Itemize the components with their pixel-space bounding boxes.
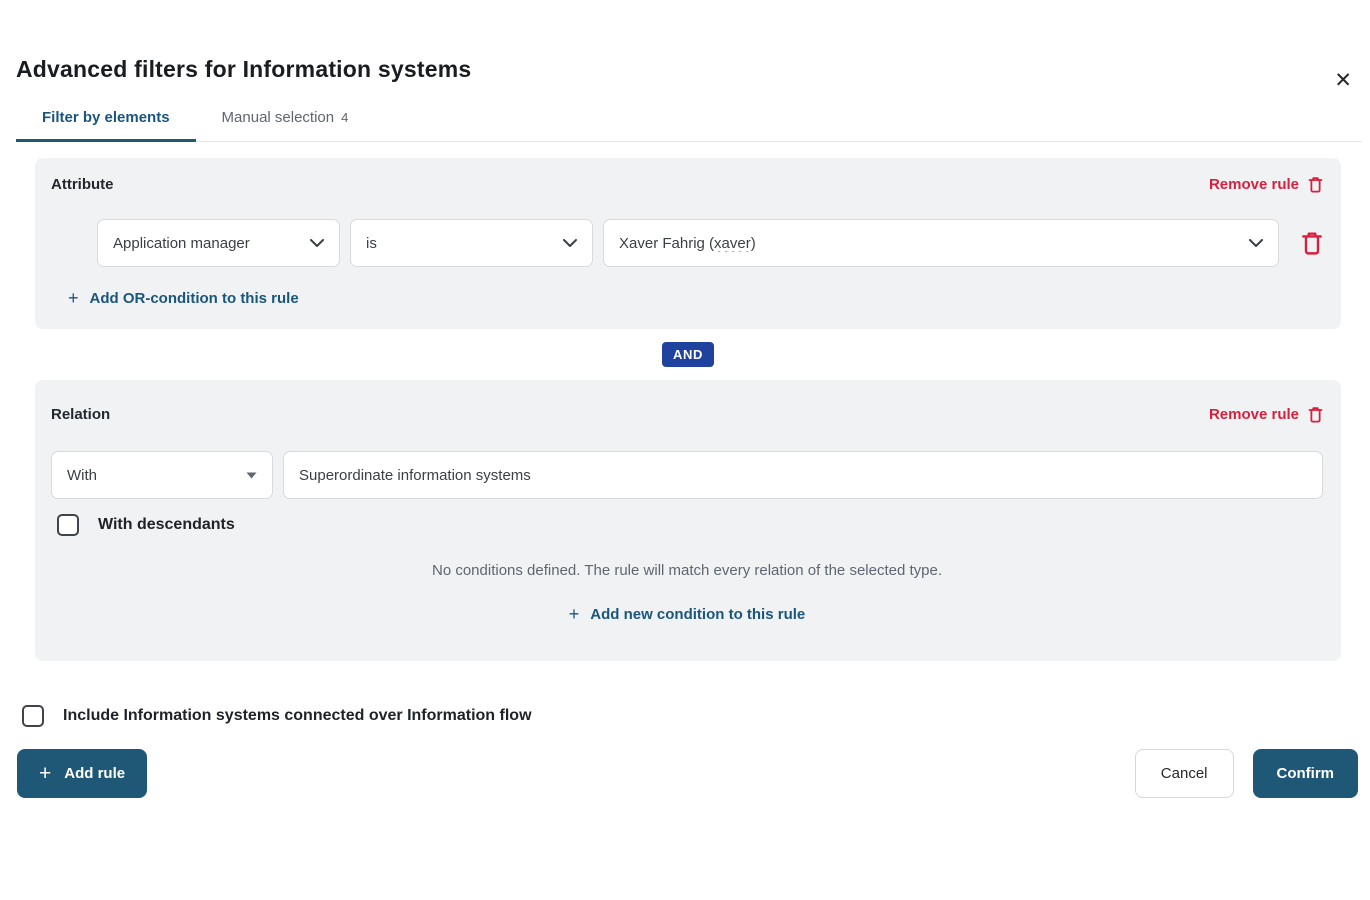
rule-operator-divider: AND <box>35 342 1341 367</box>
relation-rule-header: Relation Remove rule <box>51 406 1323 423</box>
value-select[interactable]: Xaver Fahrig (xaver) <box>603 219 1279 267</box>
tab-label: Manual selection <box>222 109 335 126</box>
attribute-rule-header: Attribute Remove rule <box>51 176 1323 193</box>
tab-count-badge: 4 <box>341 110 348 125</box>
add-or-condition-label: Add OR-condition to this rule <box>90 290 299 307</box>
tabbar: Filter by elements Manual selection 4 <box>16 95 1362 142</box>
chevron-down-icon <box>1249 239 1263 247</box>
value-select-value: Xaver Fahrig (xaver) <box>619 235 756 252</box>
with-descendants-checkbox[interactable] <box>57 514 79 536</box>
with-descendants-label: With descendants <box>98 516 235 534</box>
add-or-condition-link[interactable]: + Add OR-condition to this rule <box>68 289 299 307</box>
add-rule-label: Add rule <box>64 765 125 782</box>
and-operator-badge: AND <box>662 342 714 367</box>
relation-direction-value: With <box>67 467 97 484</box>
chevron-down-icon <box>310 239 324 247</box>
include-option-row: Include Information systems connected ov… <box>22 705 1370 727</box>
remove-rule-button[interactable]: Remove rule <box>1209 406 1323 423</box>
cancel-label: Cancel <box>1161 765 1208 782</box>
add-condition-wrap: + Add new condition to this rule <box>51 605 1323 623</box>
add-rule-button[interactable]: + Add rule <box>17 749 147 798</box>
attribute-select-value: Application manager <box>113 235 250 252</box>
remove-rule-label: Remove rule <box>1209 176 1299 193</box>
trash-icon <box>1301 231 1323 255</box>
delete-condition-button[interactable] <box>1301 231 1323 255</box>
rules-list: Attribute Remove rule Application manage… <box>35 158 1341 661</box>
tab-label: Filter by elements <box>42 109 170 126</box>
add-new-condition-label: Add new condition to this rule <box>590 606 805 623</box>
dialog-footer: + Add rule Cancel Confirm <box>17 749 1358 798</box>
attribute-rule-card: Attribute Remove rule Application manage… <box>35 158 1341 329</box>
caret-down-icon <box>246 472 257 479</box>
close-button[interactable]: ✕ <box>1330 66 1356 95</box>
remove-rule-label: Remove rule <box>1209 406 1299 423</box>
attribute-condition-row: Application manager is Xaver Fahrig (xav… <box>97 219 1323 267</box>
tab-manual-selection[interactable]: Manual selection 4 <box>196 95 375 142</box>
plus-icon: + <box>569 605 580 623</box>
trash-icon <box>1308 176 1323 193</box>
include-information-flow-checkbox[interactable] <box>22 705 44 727</box>
relation-type-field[interactable]: Superordinate information systems <box>283 451 1323 499</box>
confirm-button[interactable]: Confirm <box>1253 749 1359 798</box>
operator-select[interactable]: is <box>350 219 593 267</box>
tab-filter-by-elements[interactable]: Filter by elements <box>16 95 196 142</box>
rule-type-label: Attribute <box>51 176 114 193</box>
add-new-condition-link[interactable]: + Add new condition to this rule <box>569 605 806 623</box>
chevron-down-icon <box>563 239 577 247</box>
close-icon: ✕ <box>1334 69 1352 92</box>
operator-select-value: is <box>366 235 377 252</box>
relation-condition-row: With Superordinate information systems <box>51 451 1323 499</box>
confirm-label: Confirm <box>1277 765 1335 782</box>
rule-type-label: Relation <box>51 406 110 423</box>
remove-rule-button[interactable]: Remove rule <box>1209 176 1323 193</box>
relation-type-value: Superordinate information systems <box>299 467 531 484</box>
misspelled-word: xaver <box>714 235 751 252</box>
plus-icon: + <box>68 289 79 307</box>
with-descendants-row: With descendants <box>57 514 1323 536</box>
include-information-flow-label: Include Information systems connected ov… <box>63 707 532 725</box>
no-conditions-text: No conditions defined. The rule will mat… <box>51 562 1323 579</box>
relation-direction-select[interactable]: With <box>51 451 273 499</box>
cancel-button[interactable]: Cancel <box>1135 749 1234 798</box>
page-title: Advanced filters for Information systems <box>16 56 1354 83</box>
relation-rule-card: Relation Remove rule With Superordi <box>35 380 1341 661</box>
plus-icon: + <box>39 763 51 784</box>
attribute-select[interactable]: Application manager <box>97 219 340 267</box>
trash-icon <box>1308 406 1323 423</box>
